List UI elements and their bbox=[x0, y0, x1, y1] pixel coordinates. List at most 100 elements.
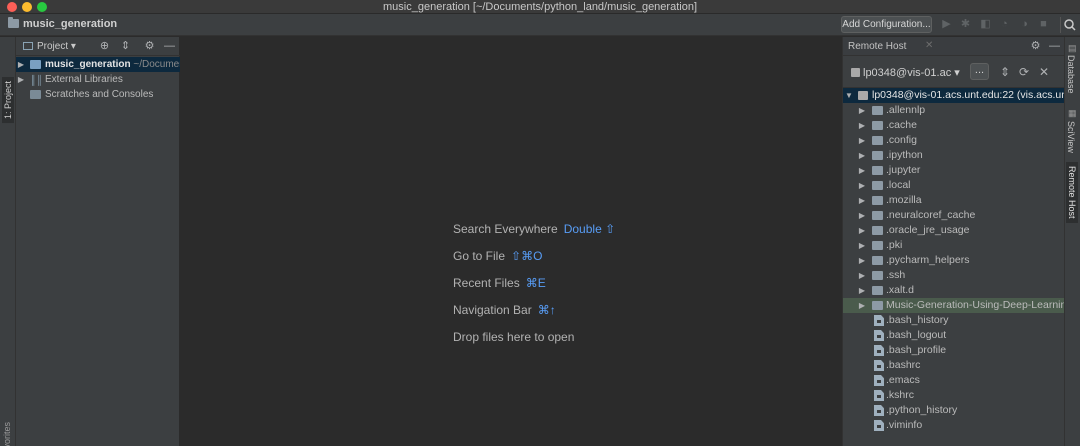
folder-icon bbox=[872, 241, 883, 250]
expand-arrow-icon: ▶ bbox=[858, 226, 866, 235]
stop-icon[interactable]: ■ bbox=[1037, 18, 1050, 31]
tree-item-label: .bash_history bbox=[886, 314, 949, 326]
tree-item-label: .emacs bbox=[886, 374, 920, 386]
expand-arrow-icon: ▶ bbox=[858, 271, 866, 280]
collapse-all-icon[interactable]: ⇕ bbox=[998, 65, 1012, 79]
tree-item-label: .viminfo bbox=[886, 419, 923, 431]
run-icon[interactable]: ▶ bbox=[940, 18, 953, 31]
tree-item-folder[interactable]: ▶ .ipython bbox=[843, 148, 1065, 163]
expand-arrow-icon: ▶ bbox=[858, 121, 866, 130]
project-panel-header: Project ▾ ⊕ ⇕ ⚙ — bbox=[16, 37, 180, 56]
tree-item-folder[interactable]: ▶ .pki bbox=[843, 238, 1065, 253]
folder-icon bbox=[872, 136, 883, 145]
tree-item-folder[interactable]: ▶ Music-Generation-Using-Deep-Learning bbox=[843, 298, 1065, 313]
tree-item-file[interactable]: .kshrc bbox=[843, 388, 1065, 403]
tree-item-file[interactable]: .bash_history bbox=[843, 313, 1065, 328]
tree-item-project-root[interactable]: ▶ music_generation ~/Documents/python_la… bbox=[16, 57, 180, 72]
hint-shortcut: ⇧⌘O bbox=[511, 249, 543, 263]
expand-arrow-icon: ▼ bbox=[845, 91, 853, 100]
tree-item-folder[interactable]: ▶ .ssh bbox=[843, 268, 1065, 283]
hide-panel-icon[interactable]: — bbox=[1048, 40, 1061, 53]
breadcrumb-project[interactable]: music_generation bbox=[23, 18, 117, 30]
tree-item-file[interactable]: .bash_logout bbox=[843, 328, 1065, 343]
coverage-icon[interactable]: ◧ bbox=[979, 18, 992, 31]
file-icon bbox=[874, 390, 884, 401]
close-icon[interactable]: ✕ bbox=[1037, 65, 1051, 79]
hide-panel-icon[interactable]: — bbox=[163, 40, 176, 53]
tree-item-file[interactable]: .bash_profile bbox=[843, 343, 1065, 358]
tree-item-label: .pki bbox=[886, 239, 903, 251]
tree-item-folder[interactable]: ▶ .local bbox=[843, 178, 1065, 193]
scratches-icon bbox=[30, 90, 41, 99]
hint-label: Navigation Bar bbox=[453, 303, 532, 317]
tree-item-folder[interactable]: ▶ .neuralcoref_cache bbox=[843, 208, 1065, 223]
folder-icon bbox=[872, 256, 883, 265]
tree-item-folder[interactable]: ▶ .mozilla bbox=[843, 193, 1065, 208]
tree-item-file[interactable]: .python_history bbox=[843, 403, 1065, 418]
project-view-icon bbox=[23, 42, 33, 50]
collapse-all-icon[interactable]: ⇕ bbox=[119, 40, 132, 53]
file-icon bbox=[874, 330, 884, 341]
tree-item-scratches[interactable]: Scratches and Consoles bbox=[16, 87, 180, 102]
tree-item-label: .kshrc bbox=[886, 389, 915, 401]
search-everywhere-button[interactable] bbox=[1060, 17, 1076, 33]
tree-item-folder[interactable]: ▶ .xalt.d bbox=[843, 283, 1065, 298]
folder-icon bbox=[872, 211, 883, 220]
project-view-selector[interactable]: Project ▾ bbox=[23, 41, 76, 52]
tree-item-label: .bashrc bbox=[886, 359, 921, 371]
tree-item-folder[interactable]: ▶ .config bbox=[843, 133, 1065, 148]
tree-item-folder[interactable]: ▶ .jupyter bbox=[843, 163, 1065, 178]
browse-hosts-button[interactable]: ... bbox=[970, 63, 989, 80]
expand-arrow-icon: ▶ bbox=[858, 181, 866, 190]
library-icon: ║║ bbox=[30, 75, 43, 85]
tree-item-folder[interactable]: ▶ .allennlp bbox=[843, 103, 1065, 118]
tab-remote-host[interactable]: Remote Host bbox=[1066, 162, 1078, 223]
sciview-icon: ▦ bbox=[1068, 108, 1077, 118]
project-view-label: Project bbox=[37, 41, 69, 52]
tree-item-file[interactable]: .emacs bbox=[843, 373, 1065, 388]
right-tool-strip: ▤ Database ▦ SciView Remote Host bbox=[1064, 37, 1080, 446]
gear-icon[interactable]: ⚙ bbox=[143, 40, 156, 53]
folder-icon bbox=[872, 106, 883, 115]
host-selector[interactable]: lp0348@vis-01.ac ▾ bbox=[851, 66, 960, 79]
profile-icon[interactable]: ◔ bbox=[998, 18, 1011, 31]
tree-item-folder[interactable]: ▶ .oracle_jre_usage bbox=[843, 223, 1065, 238]
folder-icon bbox=[872, 121, 883, 130]
debug-icon[interactable]: ✱ bbox=[959, 18, 972, 31]
tree-item-label: .allennlp bbox=[886, 104, 926, 116]
tree-item-label: .jupyter bbox=[886, 164, 921, 176]
tab-database[interactable]: Database bbox=[1066, 55, 1076, 94]
tab-favorites[interactable]: Favorites bbox=[2, 422, 12, 446]
tree-item-file[interactable]: .viminfo bbox=[843, 418, 1065, 433]
locate-icon[interactable]: ⊕ bbox=[98, 40, 111, 53]
server-icon bbox=[851, 68, 860, 77]
hint-shortcut: ⌘E bbox=[525, 276, 546, 290]
project-name: music_generation bbox=[45, 59, 131, 70]
tab-sciview[interactable]: SciView bbox=[1066, 121, 1076, 153]
folder-icon bbox=[872, 151, 883, 160]
editor-empty-area[interactable]: Search Everywhere Double ⇧ Go to File ⇧⌘O … bbox=[180, 37, 842, 446]
tree-item-remote-root[interactable]: ▼ lp0348@vis-01.acs.unt.edu:22 (vis.acs.… bbox=[843, 88, 1065, 103]
folder-icon bbox=[872, 196, 883, 205]
close-icon[interactable]: ✕ bbox=[925, 40, 933, 51]
expand-arrow-icon: ▶ bbox=[858, 166, 866, 175]
file-icon bbox=[874, 315, 884, 326]
tree-item-file[interactable]: .bashrc bbox=[843, 358, 1065, 373]
concurrency-icon[interactable]: ◑ bbox=[1018, 18, 1031, 31]
gear-icon[interactable]: ⚙ bbox=[1029, 40, 1042, 53]
hint-go-to-file: Go to File ⇧⌘O bbox=[453, 249, 542, 263]
tree-item-folder[interactable]: ▶ .cache bbox=[843, 118, 1065, 133]
tree-item-label: .neuralcoref_cache bbox=[886, 209, 976, 221]
tree-item-external-libraries[interactable]: ▶ ║║ External Libraries bbox=[16, 72, 180, 87]
add-configuration-button[interactable]: Add Configuration... bbox=[841, 16, 932, 33]
expand-arrow-icon: ▶ bbox=[858, 256, 866, 265]
tab-project[interactable]: 1: Project bbox=[2, 77, 14, 124]
folder-icon bbox=[30, 60, 41, 69]
refresh-icon[interactable]: ⟳ bbox=[1017, 65, 1031, 79]
tree-item-label: External Libraries bbox=[45, 74, 123, 85]
window-title: music_generation [~/Documents/python_lan… bbox=[383, 1, 697, 13]
tree-item-folder[interactable]: ▶ .pycharm_helpers bbox=[843, 253, 1065, 268]
hint-recent-files: Recent Files ⌘E bbox=[453, 276, 546, 290]
tree-item-label: .bash_logout bbox=[886, 329, 947, 341]
file-icon bbox=[874, 345, 884, 356]
